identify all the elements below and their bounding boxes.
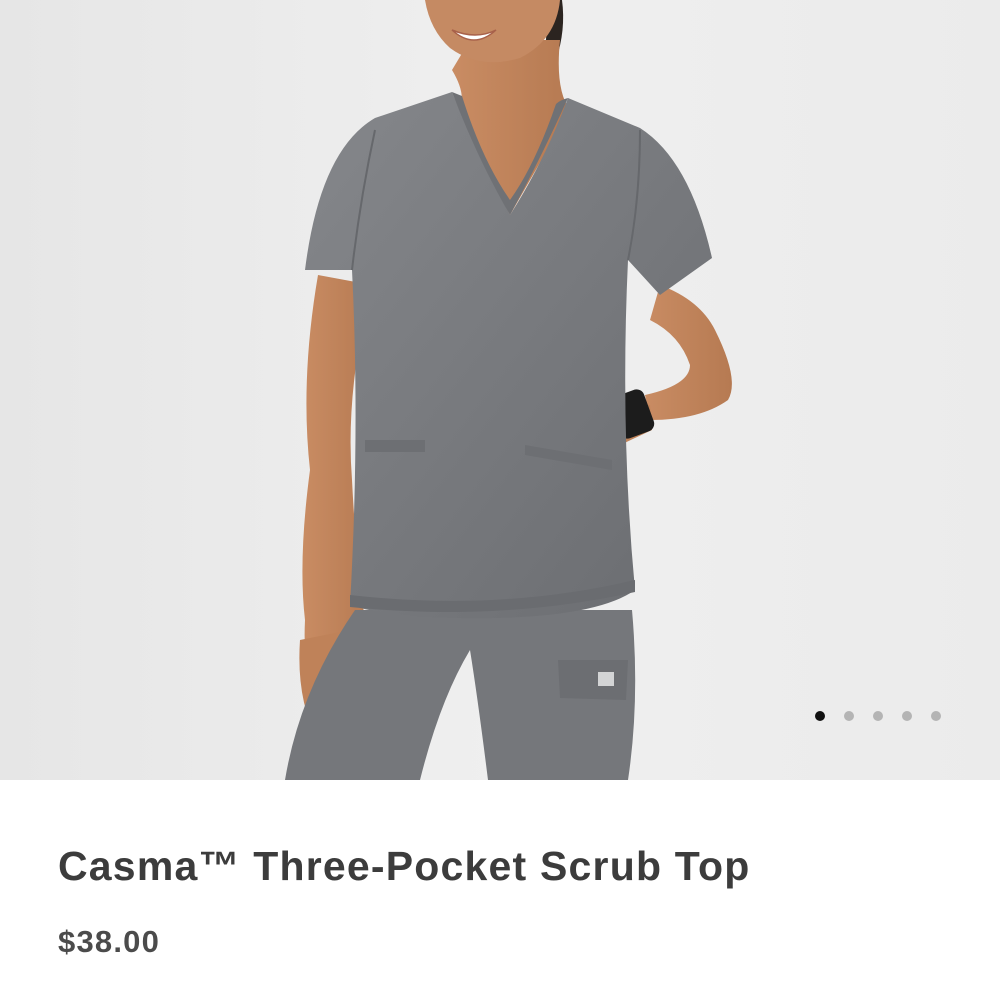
product-photo (0, 0, 1000, 780)
product-info: Casma™ Three-Pocket Scrub Top $38.00 (58, 838, 960, 960)
product-image-gallery[interactable] (0, 0, 1000, 780)
product-title: Casma™ Three-Pocket Scrub Top (58, 843, 751, 889)
carousel-dot-3[interactable] (873, 711, 883, 721)
carousel-dot-5[interactable] (931, 711, 941, 721)
carousel-dot-2[interactable] (844, 711, 854, 721)
carousel-dot-1[interactable] (815, 711, 825, 721)
product-price: $38.00 (58, 924, 161, 959)
product-page: Casma™ Three-Pocket Scrub Top $38.00 (0, 0, 1000, 1000)
carousel-dot-4[interactable] (902, 711, 912, 721)
carousel-pagination (815, 711, 941, 721)
